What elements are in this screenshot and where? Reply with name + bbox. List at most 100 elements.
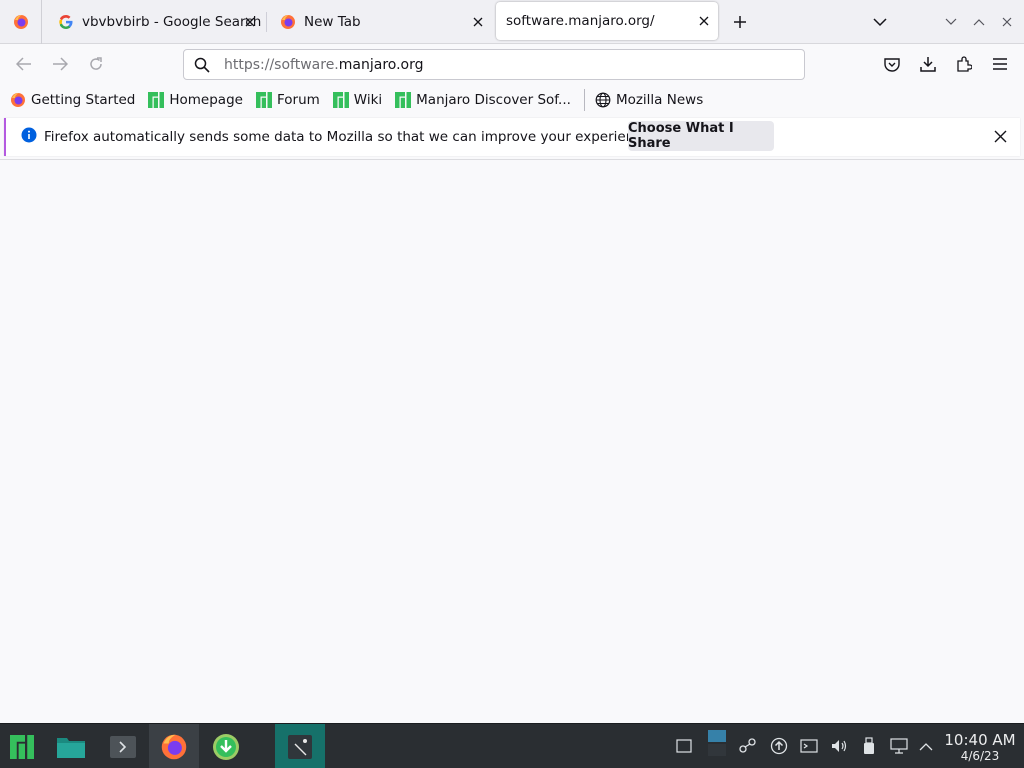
network-wired-icon (890, 738, 908, 754)
pager-button[interactable] (706, 730, 728, 756)
back-arrow-icon (16, 57, 31, 71)
data-reporting-notification: Firefox automatically sends some data to… (4, 118, 1020, 156)
bookmark-label: Manjaro Discover Sof... (416, 91, 571, 108)
pocket-icon (884, 57, 900, 72)
plus-icon (734, 16, 746, 28)
notification-message: Firefox automatically sends some data to… (44, 129, 655, 145)
usb-drive-icon (864, 737, 874, 754)
bookmark-label: Forum (276, 91, 320, 108)
close-icon (1002, 17, 1012, 27)
speaker-icon (832, 740, 847, 752)
close-tab-icon[interactable] (242, 14, 258, 30)
close-tab-icon[interactable] (696, 13, 712, 29)
bookmarks-toolbar: Getting Started Homepage Forum Wiki Manj… (0, 84, 1024, 115)
manjaro-icon (148, 91, 165, 108)
terminal-icon (110, 735, 136, 758)
bookmark-separator (583, 88, 585, 111)
clock-date: 4/6/23 (960, 749, 1000, 763)
app-menu-button[interactable] (988, 52, 1012, 76)
reload-button[interactable] (84, 52, 108, 76)
download-installer-icon (213, 733, 239, 760)
taskbar-active-window[interactable] (275, 724, 325, 768)
taskbar-file-manager[interactable] (46, 724, 96, 768)
choose-what-i-share-button[interactable]: Choose What I Share (628, 121, 774, 151)
globe-icon (595, 92, 611, 107)
page-content-area[interactable] (0, 160, 1024, 723)
pocket-button[interactable] (880, 52, 904, 76)
application-window-icon (288, 734, 312, 759)
bookmark-mozilla-news[interactable]: Mozilla News (595, 92, 703, 108)
close-icon (994, 130, 1006, 142)
bookmark-label: Getting Started (31, 91, 136, 108)
firefox-icon (161, 734, 187, 759)
minimize-icon (945, 18, 957, 25)
removable-devices-button[interactable] (858, 735, 880, 757)
close-window-button[interactable] (997, 12, 1017, 32)
firefox-icon (13, 15, 28, 29)
application-launcher[interactable] (0, 724, 44, 768)
downloads-button[interactable] (916, 52, 940, 76)
firefox-icon (11, 92, 25, 107)
console-button[interactable] (798, 735, 820, 757)
digital-clock[interactable]: 10:40 AM 4/6/23 (938, 731, 1022, 764)
reload-icon (90, 57, 102, 70)
maximize-icon (973, 19, 985, 26)
tab-software-manjaro[interactable]: software.manjaro.org/ (496, 2, 718, 40)
update-button[interactable] (768, 735, 790, 757)
extensions-button[interactable] (952, 52, 976, 76)
manjaro-icon (10, 734, 34, 759)
manjaro-icon (395, 91, 412, 108)
volume-button[interactable] (828, 735, 850, 757)
new-tab-button[interactable] (728, 10, 752, 34)
taskbar-firefox[interactable] (149, 724, 199, 768)
chevron-up-icon (919, 742, 933, 750)
search-icon (194, 57, 210, 73)
bookmark-wiki[interactable]: Wiki (332, 91, 383, 108)
hamburger-menu-icon (993, 58, 1007, 70)
chevron-down-icon (873, 17, 887, 26)
back-button[interactable] (12, 52, 36, 76)
url-text: https://software.manjaro.org (224, 56, 424, 73)
tab-strip: vbvbvbirb - Google Search New Tab softwa… (0, 0, 1024, 44)
taskbar: 10:40 AM 4/6/23 (0, 723, 1024, 768)
address-bar[interactable]: https://software.manjaro.org (183, 49, 805, 80)
show-desktop-button[interactable] (673, 735, 695, 757)
show-hidden-icons-button[interactable] (915, 735, 937, 757)
maximize-button[interactable] (969, 12, 989, 32)
bookmark-label: Mozilla News (615, 91, 704, 108)
bookmark-label: Homepage (169, 91, 243, 108)
tab-label: vbvbvbirb - Google Search (82, 14, 262, 30)
tab-new-tab[interactable]: New Tab (266, 0, 492, 44)
download-icon (920, 57, 936, 72)
virtual-desktop-icon (708, 730, 726, 756)
tab-label: software.manjaro.org/ (506, 13, 655, 29)
info-icon (21, 127, 37, 143)
minimize-button[interactable] (941, 12, 961, 32)
bookmark-manjaro-discover[interactable]: Manjaro Discover Sof... (395, 91, 571, 108)
window-icon (676, 739, 692, 753)
close-tab-icon[interactable] (470, 14, 486, 30)
bookmark-getting-started[interactable]: Getting Started (10, 92, 135, 108)
close-notification-button[interactable] (992, 128, 1008, 144)
kde-connect-button[interactable] (737, 735, 759, 757)
navigation-toolbar: https://software.manjaro.org (0, 44, 1024, 84)
tab-label: New Tab (304, 14, 361, 30)
update-arrow-icon (770, 737, 788, 755)
clock-time: 10:40 AM (944, 731, 1016, 749)
network-button[interactable] (888, 735, 910, 757)
bookmark-label: Wiki (353, 91, 383, 108)
taskbar-terminal[interactable] (98, 724, 148, 768)
bookmark-homepage[interactable]: Homepage (148, 91, 243, 108)
console-icon (800, 739, 818, 753)
connect-icon (739, 738, 756, 753)
puzzle-icon (957, 56, 972, 72)
taskbar-software-manager[interactable] (201, 724, 251, 768)
forward-arrow-icon (53, 57, 68, 71)
list-all-tabs-button[interactable] (868, 10, 892, 34)
folder-icon (57, 737, 85, 758)
firefox-view-button[interactable] (0, 0, 42, 44)
bookmark-forum[interactable]: Forum (255, 91, 320, 108)
forward-button[interactable] (48, 52, 72, 76)
tab-google-search[interactable]: vbvbvbirb - Google Search (44, 0, 264, 44)
google-icon (59, 15, 73, 29)
